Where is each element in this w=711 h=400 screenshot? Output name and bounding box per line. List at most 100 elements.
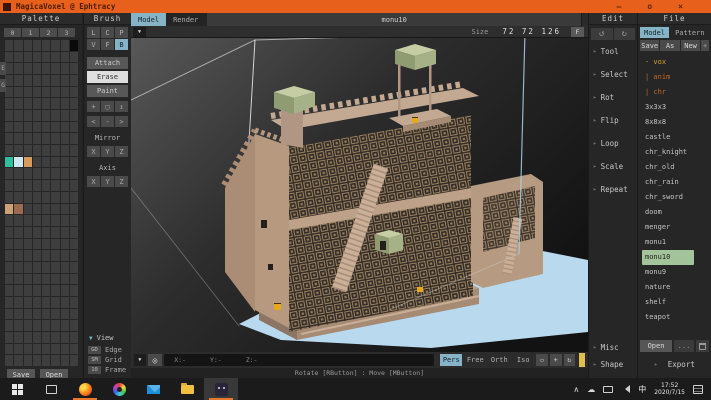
palette-cell[interactable] xyxy=(5,145,13,156)
palette-cell[interactable] xyxy=(33,227,41,238)
controls-dropdown-icon[interactable]: ▼ xyxy=(134,354,146,366)
palette-cell[interactable] xyxy=(33,204,41,215)
palette-cell[interactable] xyxy=(61,204,69,215)
brush-action-paint[interactable]: Paint xyxy=(87,85,128,97)
palette-cell[interactable] xyxy=(70,133,78,144)
palette-cell[interactable] xyxy=(70,110,78,121)
start-button[interactable] xyxy=(0,378,34,400)
palette-cell[interactable] xyxy=(51,320,59,331)
edit-item-scale[interactable]: ▸Scale xyxy=(589,155,637,178)
palette-cell[interactable] xyxy=(14,355,22,366)
axes-toggle-icon[interactable]: + xyxy=(550,354,562,366)
minimize-button[interactable]: – xyxy=(617,2,622,11)
palette-cell[interactable] xyxy=(70,98,78,109)
palette-cell[interactable] xyxy=(5,250,13,261)
palette-cell[interactable] xyxy=(51,344,59,355)
palette-cell[interactable] xyxy=(5,192,13,203)
brush-mode-p[interactable]: P xyxy=(115,27,128,38)
camera-mode-iso[interactable]: Iso xyxy=(512,354,534,366)
axis-x-button[interactable]: X xyxy=(87,176,100,187)
palette-cell[interactable] xyxy=(5,320,13,331)
palette-cell[interactable] xyxy=(61,227,69,238)
palette-cell[interactable] xyxy=(51,40,59,51)
palette-cell[interactable] xyxy=(33,332,41,343)
file-item-doom[interactable]: doom xyxy=(642,205,711,220)
palette-cell[interactable] xyxy=(42,344,50,355)
palette-cell[interactable] xyxy=(33,239,41,250)
palette-cell[interactable] xyxy=(61,274,69,285)
mirror-z-button[interactable]: Z xyxy=(115,146,128,157)
file-open-button[interactable]: Open xyxy=(640,340,672,352)
palette-cell[interactable] xyxy=(24,40,32,51)
palette-cell[interactable] xyxy=(5,344,13,355)
palette-cell[interactable] xyxy=(14,52,22,63)
palette-cell[interactable] xyxy=(24,320,32,331)
palette-cell[interactable] xyxy=(61,309,69,320)
palette-cell[interactable] xyxy=(61,344,69,355)
mirror-y-button[interactable]: Y xyxy=(101,146,114,157)
palette-cell[interactable] xyxy=(24,192,32,203)
palette-cell[interactable] xyxy=(51,122,59,133)
palette-cell[interactable] xyxy=(42,157,50,168)
file-item-3x3x3[interactable]: 3x3x3 xyxy=(642,100,711,115)
palette-cell[interactable] xyxy=(33,63,41,74)
palette-cell[interactable] xyxy=(33,122,41,133)
palette-cell[interactable] xyxy=(61,145,69,156)
view-row-edge[interactable]: GDEdge xyxy=(84,345,132,355)
view-row-frame[interactable]: 10Frame xyxy=(84,365,132,375)
palette-cell[interactable] xyxy=(61,110,69,121)
palette-cell[interactable] xyxy=(61,285,69,296)
palette-cell[interactable] xyxy=(24,227,32,238)
palette-cell[interactable] xyxy=(5,204,13,215)
palette-cell[interactable] xyxy=(42,180,50,191)
palette-cell[interactable] xyxy=(42,227,50,238)
palette-cell[interactable] xyxy=(70,87,78,98)
palette-cell[interactable] xyxy=(70,274,78,285)
palette-cell[interactable] xyxy=(5,168,13,179)
palette-cell[interactable] xyxy=(42,285,50,296)
palette-cell[interactable] xyxy=(33,309,41,320)
palette-cell[interactable] xyxy=(24,250,32,261)
palette-cell[interactable] xyxy=(51,204,59,215)
brush-mode-f[interactable]: F xyxy=(101,39,114,50)
brush-mode-l[interactable]: L xyxy=(87,27,100,38)
palette-cell[interactable] xyxy=(51,192,59,203)
file-item-monu9[interactable]: monu9 xyxy=(642,265,711,280)
palette-cell[interactable] xyxy=(61,52,69,63)
notification-center-icon[interactable] xyxy=(693,385,703,394)
file-item-monu1[interactable]: monu1 xyxy=(642,235,711,250)
palette-cell[interactable] xyxy=(42,110,50,121)
palette-cell[interactable] xyxy=(24,168,32,179)
palette-cell[interactable] xyxy=(33,297,41,308)
palette-cell[interactable] xyxy=(42,309,50,320)
palette-cell[interactable] xyxy=(51,309,59,320)
view-header[interactable]: ▼ View xyxy=(84,334,132,342)
palette-cell[interactable] xyxy=(5,63,13,74)
palette-cell[interactable] xyxy=(70,227,78,238)
palette-cell[interactable] xyxy=(51,262,59,273)
file-item-vox[interactable]: - vox xyxy=(642,55,711,70)
taskbar-mail[interactable] xyxy=(136,378,170,400)
palette-cell[interactable] xyxy=(42,98,50,109)
palette-cell[interactable] xyxy=(70,320,78,331)
brush-nav-minus[interactable]: - xyxy=(101,116,114,127)
redo-icon[interactable]: ↻ xyxy=(614,28,636,40)
palette-cell[interactable] xyxy=(61,87,69,98)
palette-cell[interactable] xyxy=(70,145,78,156)
palette-cell[interactable] xyxy=(24,262,32,273)
palette-cell[interactable] xyxy=(14,122,22,133)
palette-tab-0[interactable]: 0 xyxy=(4,28,21,37)
taskbar-firefox[interactable] xyxy=(68,378,102,400)
palette-cell[interactable] xyxy=(33,87,41,98)
palette-cell[interactable] xyxy=(61,332,69,343)
palette-cell[interactable] xyxy=(5,40,13,51)
palette-cell[interactable] xyxy=(33,75,41,86)
palette-cell[interactable] xyxy=(24,285,32,296)
palette-cell[interactable] xyxy=(5,297,13,308)
palette-cell[interactable] xyxy=(42,122,50,133)
palette-cell[interactable] xyxy=(70,204,78,215)
palette-cell[interactable] xyxy=(14,192,22,203)
misc-row[interactable]: ▸ Misc xyxy=(589,343,637,352)
palette-cell[interactable] xyxy=(42,297,50,308)
palette-cell[interactable] xyxy=(5,87,13,98)
